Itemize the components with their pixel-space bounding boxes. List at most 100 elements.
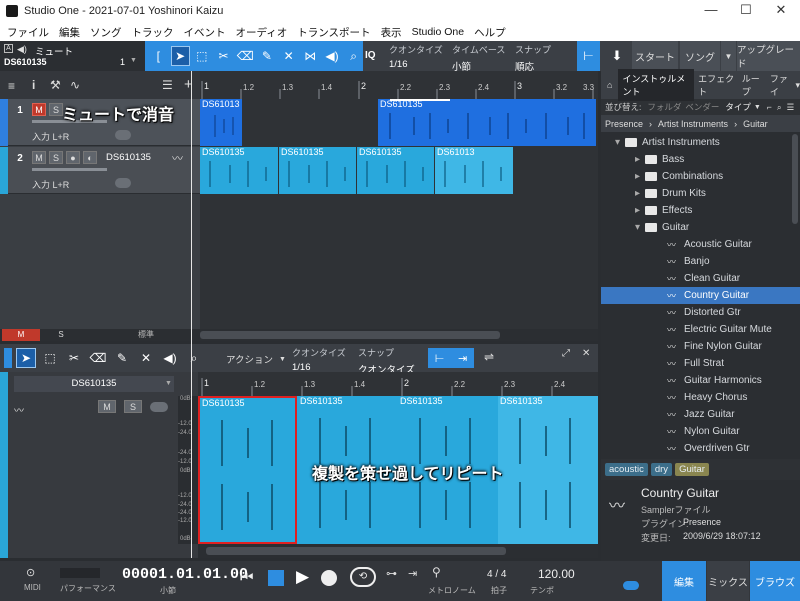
range-tool-icon[interactable]: ⬚ [40,348,60,368]
bracket-icon[interactable]: [ [149,46,168,66]
arrow-right-icon[interactable]: ⇥ [458,352,467,365]
paint-tool-icon[interactable]: ✎ [258,46,277,66]
time-display[interactable]: 00001.01.01.00 [122,566,248,583]
eraser-tool-icon[interactable]: ⌫ [236,46,255,66]
list-item[interactable]: ▸ Drum Kits [601,185,800,202]
tab-effects[interactable]: エフェクト [698,72,736,98]
input-label[interactable]: 入力 L+R [32,130,69,143]
list-item[interactable]: 〰 Overdriven Gtr [601,440,800,457]
mute-tool-icon[interactable]: ✕ [279,46,298,66]
audio-event[interactable]: DS610135 [378,99,596,146]
quantize-value[interactable]: 1/16 [389,59,443,70]
list-item[interactable]: 〰 Distorted Gtr [601,304,800,321]
list-view-icon[interactable]: ☰ [787,102,795,113]
list-item[interactable]: 〰 Full Strat [601,355,800,372]
home-icon[interactable]: ⌂ [607,80,612,90]
loop-icon[interactable]: ⟲ [350,567,376,587]
listen-tool-icon[interactable]: ◀) [160,348,180,368]
list-item[interactable]: 〰 Guitar Harmonics [601,372,800,389]
snap-icon[interactable]: ⊢ [577,41,600,71]
solo-button[interactable]: S [124,400,142,413]
sort-folder[interactable]: フォルダ [647,101,681,113]
list-item[interactable]: 〰 Clean Guitar [601,270,800,287]
time-signature[interactable]: 4 / 4 [487,569,506,580]
split-tool-icon[interactable]: ✂ [214,46,233,66]
snap-icon[interactable]: ⊢ [435,352,445,365]
mute-all-button[interactable]: M [2,329,40,341]
automation-icon[interactable]: ∿ [70,78,80,92]
track-2[interactable]: 2 M S ● ◐ DS610135 〰 入力 L+R [0,147,200,194]
chevron-down-icon[interactable]: ▼ [721,41,736,71]
chevron-down-icon[interactable]: ▼ [754,104,761,111]
menu-file[interactable]: ファイル [7,25,49,40]
editor-ruler[interactable]: 1 1.2 1.3 1.4 2 2.2 2.3 2.4 [198,372,598,396]
arrow-tool-icon[interactable]: ➤ [170,46,190,66]
solo-button[interactable]: S [49,151,63,164]
tag[interactable]: Guitar [675,462,709,476]
zoom-tool-icon[interactable]: ⌕ [184,348,204,368]
monitor-button[interactable]: ◐ [83,151,97,164]
solo-all-button[interactable]: S [42,329,80,341]
arrange-view[interactable]: DS61013 DS610135 DS610135 DS610135 DS610… [200,99,598,329]
audio-event[interactable]: DS610135 [498,396,598,544]
tag[interactable]: dry [650,462,673,476]
action-menu[interactable]: アクション ▼ [226,352,286,366]
listen-tool-icon[interactable]: ◀) [323,46,342,66]
close-editor-icon[interactable]: ✕ [582,348,590,359]
mute-button[interactable]: M [32,103,46,116]
sync-icon[interactable]: ⇌ [484,350,494,364]
split-tool-icon[interactable]: ✂ [64,348,84,368]
breadcrumb-item[interactable]: Presence [605,119,643,129]
breadcrumb-item[interactable]: Guitar [743,119,768,129]
eraser-tool-icon[interactable]: ⌫ [88,348,108,368]
browser-scrollbar[interactable] [792,134,798,224]
menu-edit[interactable]: 編集 [59,25,80,40]
audio-event[interactable]: DS610135 [200,147,278,194]
scroll-thumb[interactable] [200,331,500,339]
mute-button[interactable]: M [98,400,116,413]
range-tool-icon[interactable]: ⬚ [193,46,212,66]
upgrade-button[interactable]: アップグレード [737,41,800,71]
menu-help[interactable]: ヘルプ [474,25,506,40]
mute-button[interactable]: M [32,151,46,164]
track-list-icon[interactable]: ☰ [162,78,173,92]
expand-icon[interactable]: ⤢ [562,348,570,359]
menu-audio[interactable]: オーディオ [236,25,288,40]
list-item[interactable]: ▸ Bass [601,151,800,168]
breadcrumb-item[interactable]: Artist Instruments [658,119,728,129]
paint-tool-icon[interactable]: ✎ [112,348,132,368]
collapse-icon[interactable]: ⌐ [767,102,772,112]
solo-button[interactable]: S [49,103,63,116]
scroll-thumb[interactable] [206,547,506,555]
mix-button[interactable]: ミックス [707,561,749,601]
list-item[interactable]: 〰 Nylon Guitar [601,423,800,440]
menu-transport[interactable]: トランスポート [297,25,370,40]
chevron-down-icon[interactable]: ▼ [130,57,137,64]
list-item[interactable]: ▸ Effects [601,202,800,219]
punch-icon[interactable]: ⇥ [408,567,417,580]
bend-tool-icon[interactable]: ⋈ [301,46,320,66]
tempo-toggle[interactable] [623,581,639,590]
list-item-selected[interactable]: 〰 Country Guitar [601,287,800,304]
timeline-ruler[interactable]: 1 1.2 1.3 1.4 2 2.2 2.3 2.4 3 3.2 3.3 [200,71,598,99]
metronome-icon[interactable]: ⚲ [432,565,441,579]
empty-arrange-area[interactable] [200,195,598,329]
menu-track[interactable]: トラック [132,25,174,40]
list-item[interactable]: 〰 Fine Nylon Guitar [601,338,800,355]
info-icon[interactable]: i [32,78,35,92]
song-button[interactable]: ソング [680,41,720,71]
rewind-icon[interactable]: ⏮ [240,569,254,586]
input-label[interactable]: 入力 L+R [32,178,69,191]
play-icon[interactable]: ▶ [296,567,309,587]
sort-vendor[interactable]: ベンダー [685,101,719,113]
chevron-down-icon[interactable]: ▼ [165,380,172,387]
monitor-toggle[interactable] [150,402,168,412]
audio-event[interactable]: DS610135 [357,147,434,194]
sort-type[interactable]: タイプ [725,101,751,113]
tab-loops[interactable]: ループ [742,72,764,98]
search-icon[interactable]: ⌕ [777,102,782,113]
arrow-down-icon[interactable]: ⬇ [603,41,631,71]
edit-button[interactable]: 編集 [662,561,706,601]
list-item[interactable]: 〰 Electric Guitar Mute [601,321,800,338]
wrench-icon[interactable]: ⚒ [50,78,61,92]
